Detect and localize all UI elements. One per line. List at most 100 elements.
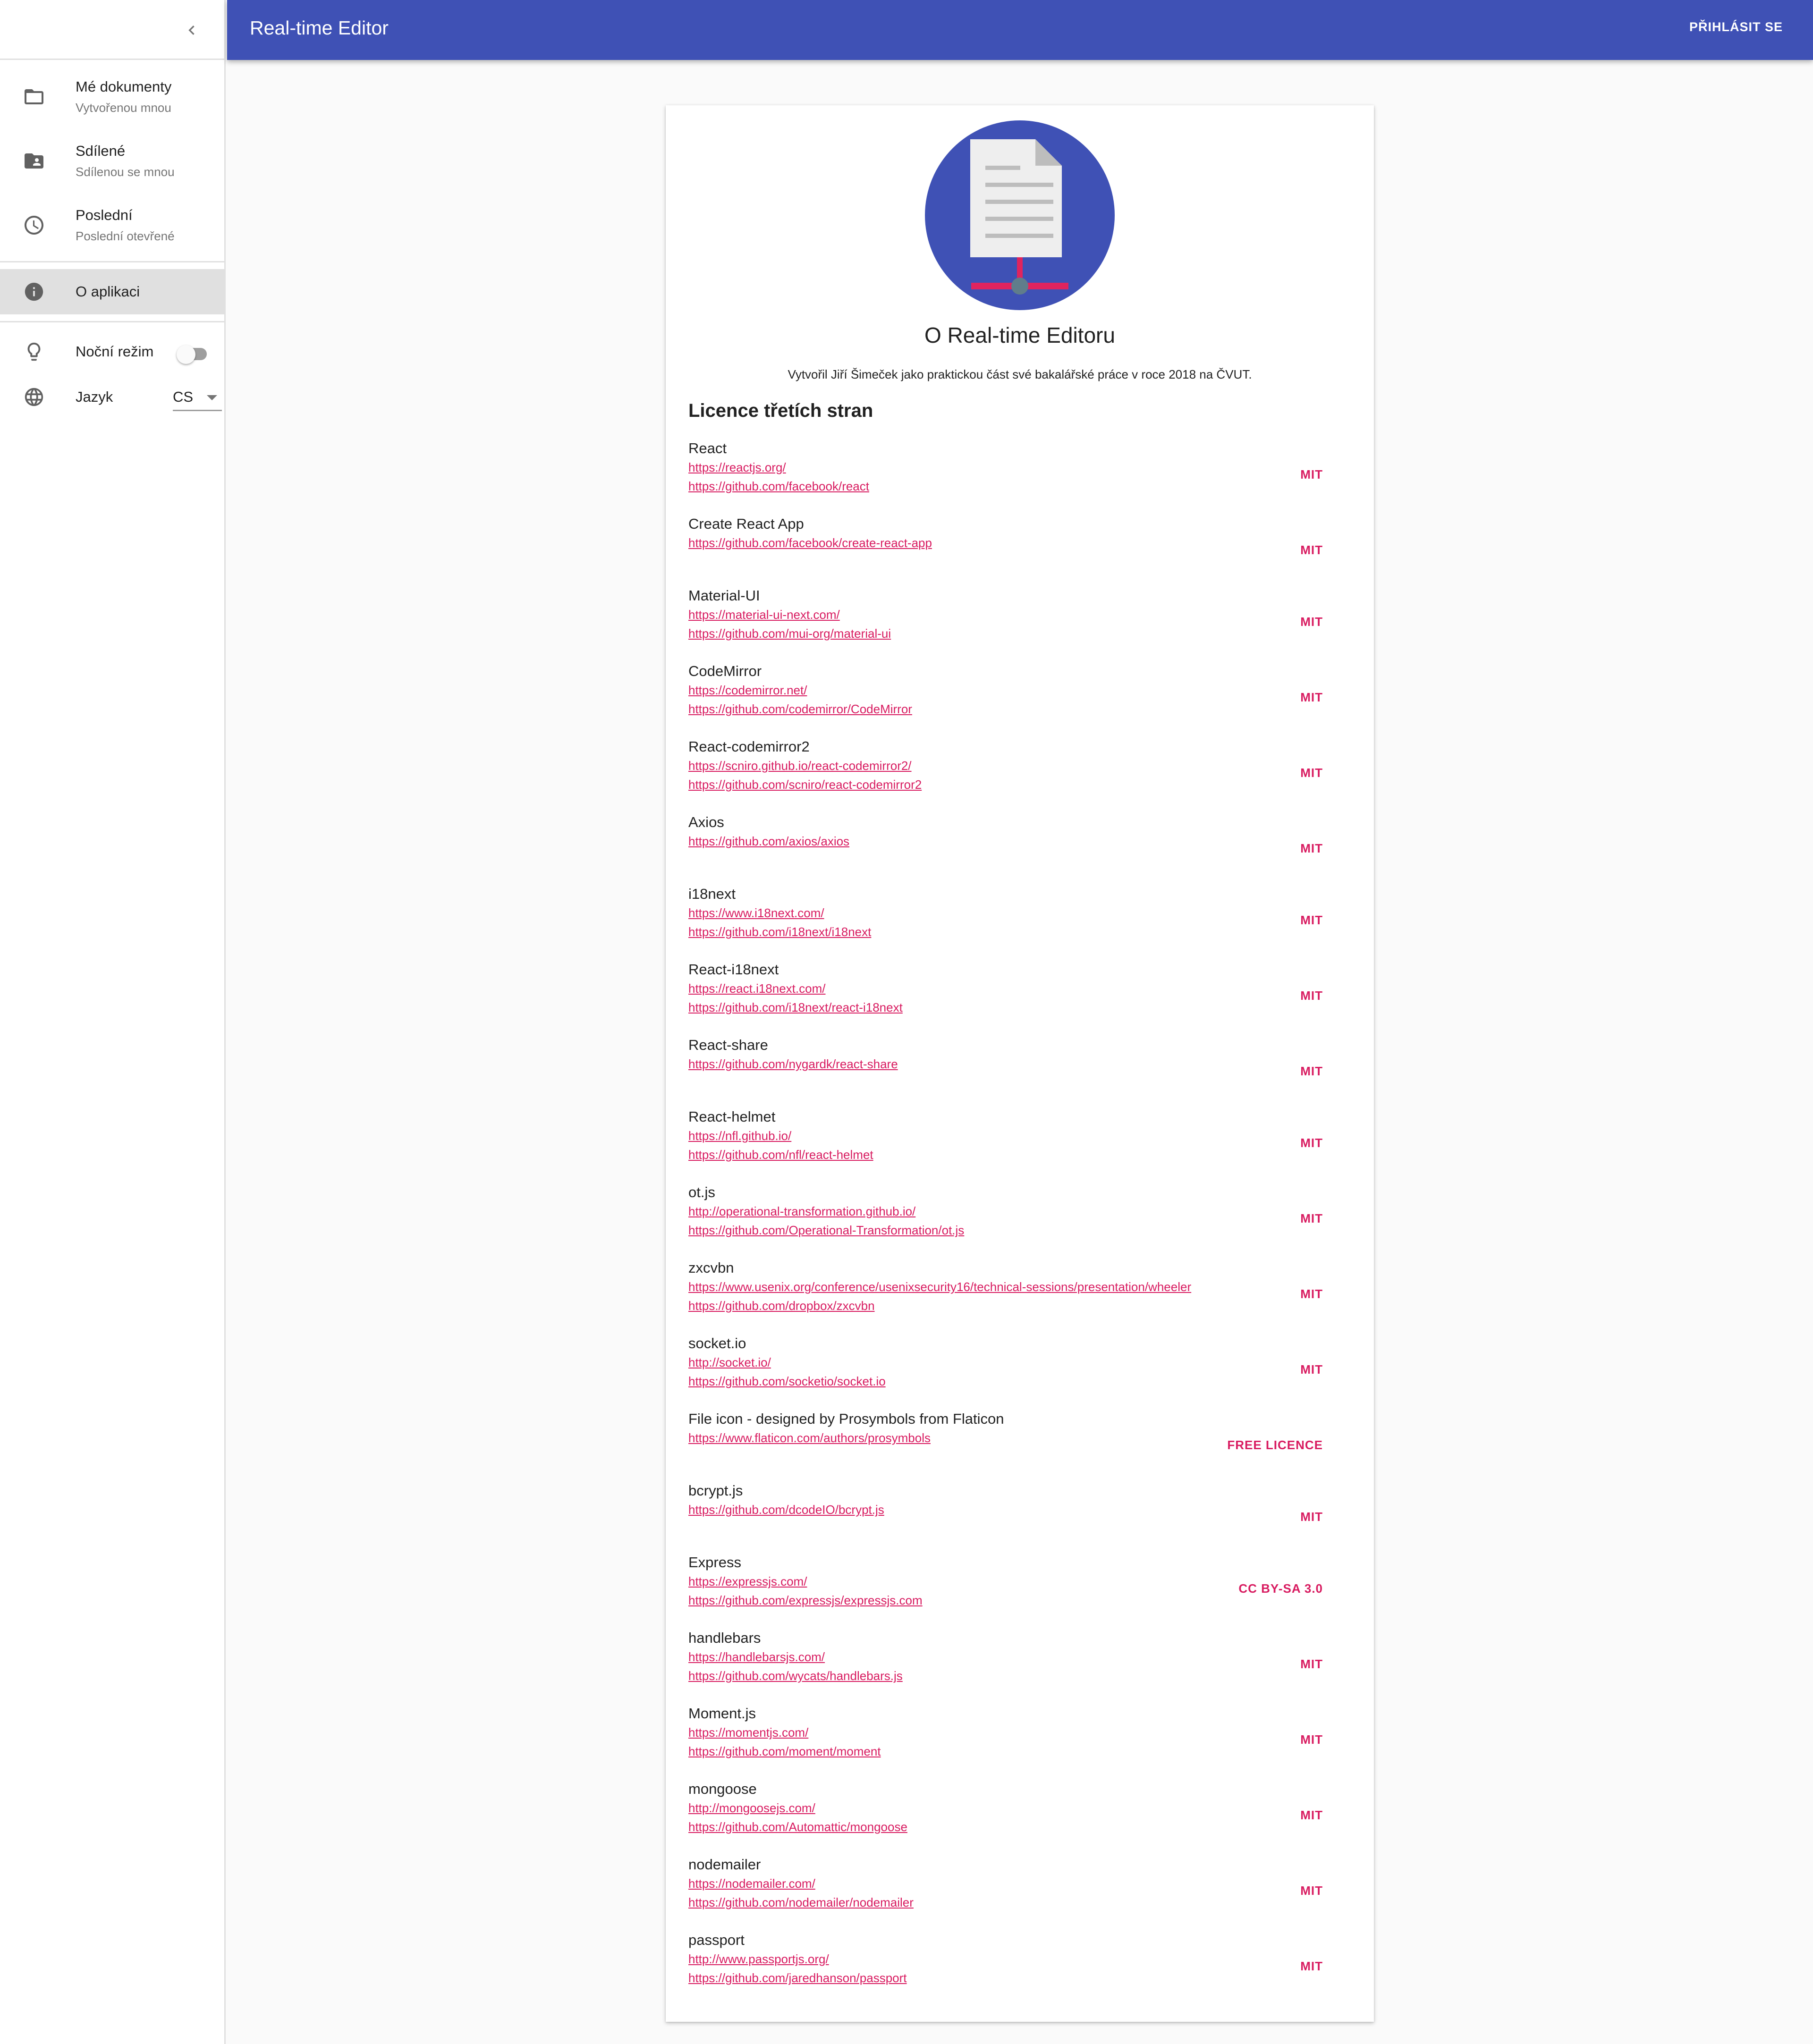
licence-type-button[interactable]: MIT — [1300, 1657, 1323, 1672]
licence-item: i18next https://www.i18next.com/ https:/… — [688, 885, 1351, 960]
licence-item: handlebars https://handlebarsjs.com/ htt… — [688, 1629, 1351, 1704]
licence-item: ot.js http://operational-transformation.… — [688, 1183, 1351, 1258]
licence-link[interactable]: https://www.flaticon.com/authors/prosymb… — [688, 1429, 931, 1446]
sidebar-item-text: Mé dokumenty Vytvořenou mnou — [76, 77, 171, 116]
licence-link[interactable]: https://github.com/nfl/react-helmet — [688, 1146, 873, 1163]
licence-type-button[interactable]: MIT — [1300, 1211, 1323, 1226]
licence-link[interactable]: https://material-ui-next.com/ — [688, 606, 840, 623]
sidebar-item-label: O aplikaci — [76, 283, 140, 300]
licence-link[interactable]: https://github.com/i18next/i18next — [688, 923, 871, 940]
licence-name: React-codemirror2 — [688, 738, 810, 755]
licence-link[interactable]: https://nodemailer.com/ — [688, 1875, 815, 1892]
licence-type-button[interactable]: MIT — [1300, 1959, 1323, 1974]
licence-item: File icon - designed by Prosymbols from … — [688, 1410, 1351, 1481]
licence-type-button[interactable]: MIT — [1300, 1064, 1323, 1079]
licence-link[interactable]: https://expressjs.com/ — [688, 1573, 807, 1590]
licence-link[interactable]: https://github.com/dcodeIO/bcrypt.js — [688, 1501, 884, 1518]
licence-name: ot.js — [688, 1184, 715, 1200]
licence-link[interactable]: https://www.usenix.org/conference/usenix… — [688, 1278, 1191, 1295]
licence-link[interactable]: https://github.com/jaredhanson/passport — [688, 1969, 907, 1986]
licence-type-button[interactable]: CC BY-SA 3.0 — [1238, 1581, 1323, 1596]
licence-type-button[interactable]: MIT — [1300, 467, 1323, 482]
licence-link[interactable]: https://github.com/Automattic/mongoose — [688, 1818, 907, 1835]
licence-name: Express — [688, 1554, 741, 1571]
info-icon — [23, 280, 45, 303]
dropdown-arrow-icon — [207, 395, 217, 400]
licence-type-button[interactable]: MIT — [1300, 766, 1323, 780]
licence-type-button[interactable]: MIT — [1300, 988, 1323, 1003]
licence-type-button[interactable]: MIT — [1300, 1808, 1323, 1823]
sidebar-divider — [0, 261, 224, 262]
licence-name: File icon - designed by Prosymbols from … — [688, 1411, 1004, 1427]
app-bar: Real-time Editor PŘIHLÁSIT SE — [227, 0, 1813, 60]
licence-link[interactable]: https://github.com/dropbox/zxcvbn — [688, 1297, 875, 1314]
licence-list: React https://reactjs.org/ https://githu… — [688, 439, 1351, 2006]
licence-link[interactable]: https://github.com/socketio/socket.io — [688, 1373, 886, 1390]
licence-type-button[interactable]: MIT — [1300, 615, 1323, 629]
language-label-wrap: Jazyk — [76, 388, 113, 406]
licence-link[interactable]: https://github.com/codemirror/CodeMirror — [688, 701, 912, 718]
licence-item: Axios https://github.com/axios/axios MIT — [688, 813, 1351, 885]
sidebar-item-my-documents[interactable]: Mé dokumenty Vytvořenou mnou — [0, 65, 224, 129]
licence-link[interactable]: https://github.com/nygardk/react-share — [688, 1056, 898, 1073]
licence-type-button[interactable]: MIT — [1300, 1362, 1323, 1377]
licence-link[interactable]: http://mongoosejs.com/ — [688, 1799, 815, 1816]
licence-link[interactable]: https://scniro.github.io/react-codemirro… — [688, 757, 912, 774]
licence-name: React-i18next — [688, 961, 779, 978]
licence-type-button[interactable]: MIT — [1300, 1884, 1323, 1898]
language-select[interactable]: CS — [173, 385, 222, 411]
about-subtitle: Vytvořil Jiří Šimeček jako praktickou čá… — [788, 367, 1252, 381]
sidebar-item-shared[interactable]: Sdílené Sdílenou se mnou — [0, 129, 224, 193]
licence-type-button[interactable]: MIT — [1300, 1732, 1323, 1747]
sidebar-item-sublabel: Vytvořenou mnou — [76, 101, 171, 115]
licence-link[interactable]: https://github.com/moment/moment — [688, 1743, 881, 1760]
sidebar-item-recent[interactable]: Poslední Poslední otevřené — [0, 193, 224, 257]
licence-link[interactable]: http://operational-transformation.github… — [688, 1203, 915, 1220]
licence-link[interactable]: https://github.com/Operational-Transform… — [688, 1222, 964, 1239]
licence-link[interactable]: https://github.com/scniro/react-codemirr… — [688, 776, 922, 793]
licence-name: handlebars — [688, 1630, 761, 1646]
licence-link[interactable]: https://reactjs.org/ — [688, 459, 786, 476]
night-mode-label-wrap: Noční režim — [76, 342, 153, 361]
licence-link[interactable]: https://github.com/facebook/react — [688, 478, 869, 495]
licence-type-button[interactable]: MIT — [1300, 690, 1323, 705]
licence-link[interactable]: https://github.com/i18next/react-i18next — [688, 999, 903, 1016]
sidebar-item-sublabel: Sdílenou se mnou — [76, 165, 175, 179]
licence-type-button[interactable]: MIT — [1300, 841, 1323, 856]
licence-type-button[interactable]: FREE LICENCE — [1227, 1438, 1323, 1453]
licence-name: zxcvbn — [688, 1259, 734, 1276]
licence-link[interactable]: http://socket.io/ — [688, 1354, 771, 1371]
licence-item: React-codemirror2 https://scniro.github.… — [688, 737, 1351, 813]
licence-link[interactable]: https://react.i18next.com/ — [688, 980, 825, 997]
night-mode-toggle[interactable] — [177, 345, 209, 364]
collapse-drawer-button[interactable] — [180, 19, 203, 42]
licence-type-button[interactable]: MIT — [1300, 913, 1323, 928]
licence-type-button[interactable]: MIT — [1300, 1136, 1323, 1150]
licence-link[interactable]: https://github.com/facebook/create-react… — [688, 534, 932, 551]
licence-type-button[interactable]: MIT — [1300, 1510, 1323, 1524]
licence-link[interactable]: https://nfl.github.io/ — [688, 1127, 791, 1144]
night-mode-row: Noční režim — [0, 329, 224, 374]
licence-item: Express https://expressjs.com/ https://g… — [688, 1553, 1351, 1629]
licence-name: Axios — [688, 814, 724, 830]
licence-link[interactable]: https://github.com/wycats/handlebars.js — [688, 1667, 903, 1684]
licence-type-button[interactable]: MIT — [1300, 1287, 1323, 1301]
language-select-value: CS — [173, 389, 194, 405]
licence-link[interactable]: https://handlebarsjs.com/ — [688, 1648, 825, 1665]
sidebar-header — [0, 0, 224, 60]
licence-link[interactable]: https://github.com/nodemailer/nodemailer — [688, 1894, 914, 1911]
licence-name: React-share — [688, 1037, 768, 1053]
licence-link[interactable]: https://momentjs.com/ — [688, 1724, 808, 1741]
licence-link[interactable]: https://github.com/expressjs/expressjs.c… — [688, 1592, 923, 1609]
licence-type-button[interactable]: MIT — [1300, 543, 1323, 557]
licence-name: bcrypt.js — [688, 1482, 743, 1499]
licence-link[interactable]: http://www.passportjs.org/ — [688, 1951, 829, 1968]
licence-link[interactable]: https://codemirror.net/ — [688, 682, 807, 699]
sidebar-item-label: Mé dokumenty — [76, 78, 172, 95]
licence-link[interactable]: https://github.com/mui-org/material-ui — [688, 625, 891, 642]
sidebar-item-about[interactable]: O aplikaci — [0, 269, 224, 314]
licence-link[interactable]: https://github.com/axios/axios — [688, 833, 849, 850]
licence-item: nodemailer https://nodemailer.com/ https… — [688, 1855, 1351, 1931]
licence-link[interactable]: https://www.i18next.com/ — [688, 904, 824, 921]
login-button[interactable]: PŘIHLÁSIT SE — [1689, 20, 1783, 34]
